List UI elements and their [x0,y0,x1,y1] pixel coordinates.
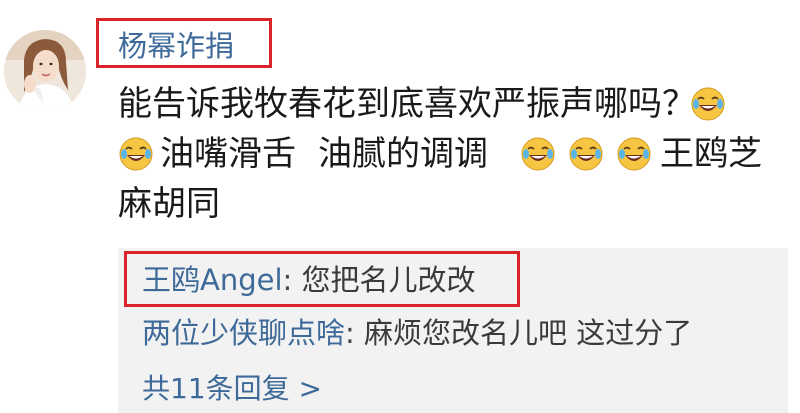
reply-separator: : [345,316,355,350]
weibo-comment-screenshot: 杨幂诈捐 能告诉我牧春花到底喜欢严振声哪吗？ 油嘴滑舌 油腻的调调 王鸥芝 麻胡… [0,0,800,413]
laughing-crying-icon [119,137,153,171]
view-all-replies-link[interactable]: 共11条回复 > [142,372,322,406]
reply-separator: : [282,263,293,297]
laughing-crying-icon [569,137,603,171]
reply-text: 您把名儿改改 [301,263,476,297]
avatar[interactable] [4,30,86,112]
comment-text-line-2c: 王鸥芝 [660,134,762,174]
comment-text-line-1: 能告诉我牧春花到底喜欢严振声哪吗？ [118,84,696,124]
comment-text-line-2b: 油腻的调调 [318,134,488,174]
avatar-portrait-icon [4,30,86,112]
comment-text-line-2a: 油嘴滑舌 [160,134,296,174]
reply-author[interactable]: 王鸥Angel [142,263,283,297]
laughing-crying-icon [617,137,651,171]
laughing-crying-icon [691,87,725,121]
comment-text-line-3: 麻胡同 [118,184,220,224]
reply-text: 麻烦您改名儿吧 这过分了 [364,316,693,350]
reply-author[interactable]: 两位少侠聊点啥 [142,316,345,350]
reply-2[interactable]: 两位少侠聊点啥: 麻烦您改名儿吧 这过分了 [142,316,692,350]
reply-1[interactable]: 王鸥Angel: 您把名儿改改 [142,263,476,297]
comment-username[interactable]: 杨幂诈捐 [118,29,234,63]
laughing-crying-icon [521,137,555,171]
